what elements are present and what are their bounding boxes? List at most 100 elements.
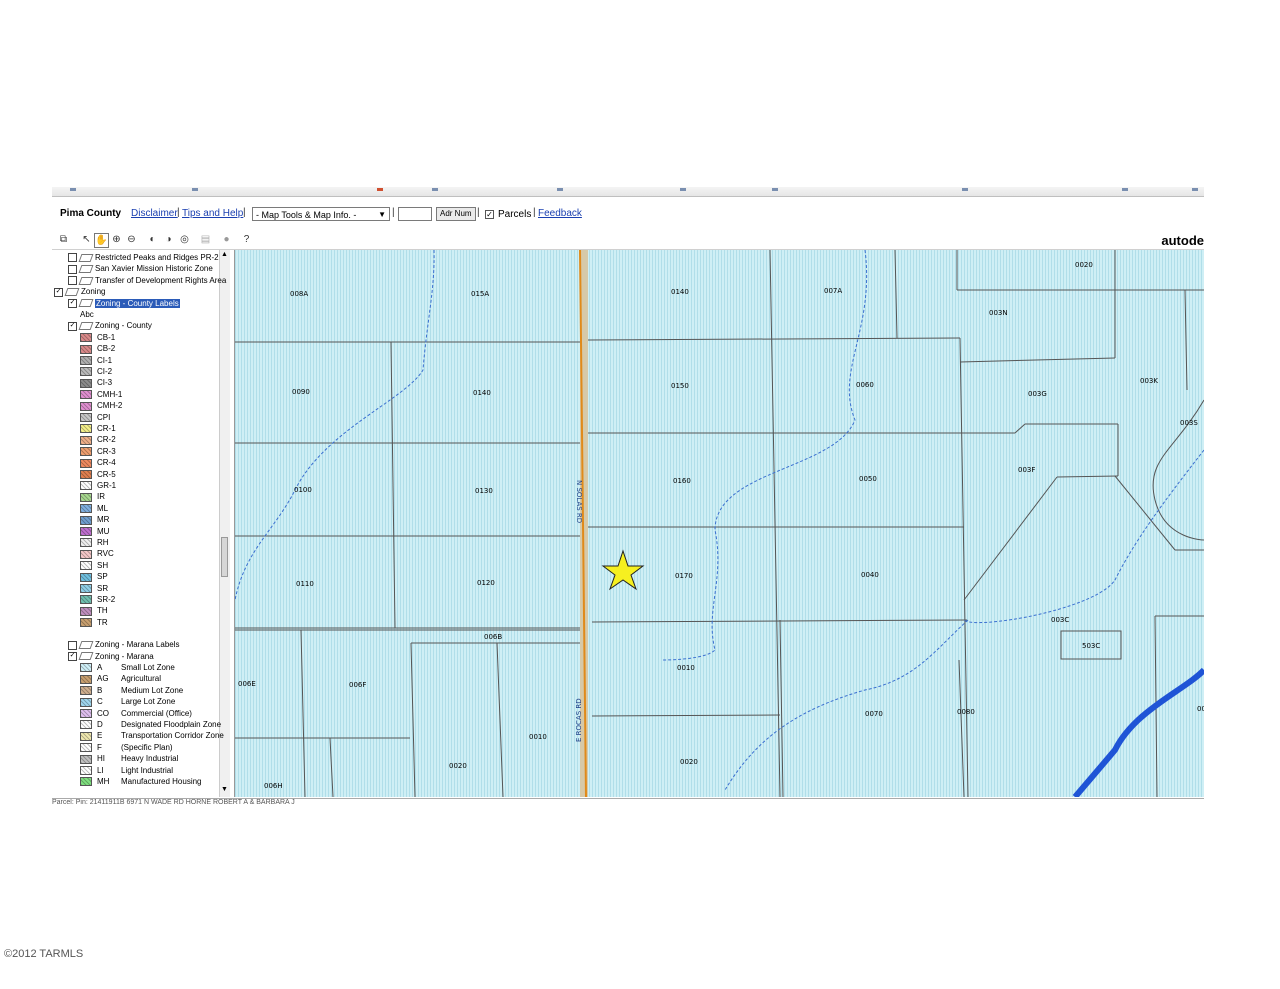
parcel-number-label: 003G [1028, 390, 1047, 398]
scroll-thumb[interactable] [221, 537, 228, 577]
chevron-down-icon: ▼ [378, 210, 386, 219]
legend-zone-item: SR-2 [80, 594, 115, 605]
legend-zone-item: CI-2 [80, 366, 112, 377]
zone-swatch [80, 355, 92, 365]
parcel-number-label: 0020 [680, 758, 698, 766]
zone-swatch [80, 435, 92, 445]
legend-marana-item: A Small Lot Zone [80, 662, 175, 673]
layer-checkbox[interactable] [68, 276, 77, 286]
legend-zone-item: CR-5 [80, 469, 116, 480]
zoom-in-icon[interactable]: ⊕ [110, 233, 123, 246]
circle-icon[interactable]: ● [220, 233, 233, 246]
parcel-number-label: 006F [349, 681, 367, 689]
copyright-text: ©2012 TARMLS [4, 948, 84, 960]
zone-swatch [80, 333, 92, 343]
layer-checkbox[interactable]: ✓ [68, 651, 77, 661]
layer-checkbox[interactable] [68, 640, 77, 650]
adr-num-button[interactable]: Adr Num [436, 207, 476, 221]
zone-swatch [80, 401, 92, 411]
road-label: E ROCAS RD [575, 698, 583, 742]
parcel-number-label: 003K [1140, 377, 1158, 385]
scroll-down-icon[interactable]: ▼ [221, 786, 228, 793]
layer-icon [78, 641, 94, 650]
zone-swatch [80, 595, 92, 605]
legend-layer-county-labels[interactable]: ✓ Zoning - County Labels [68, 298, 180, 309]
parcel-number-label: 0090 [292, 388, 310, 396]
zone-swatch [80, 504, 92, 514]
address-number-input[interactable] [398, 207, 432, 221]
separator: | [392, 207, 395, 218]
map-tools-toolbar: ⧉ ↖ ✋ ⊕ ⊖ ◐ ◑ ◎ ▤ ● ? autode [52, 231, 1204, 250]
zone-swatch [80, 344, 92, 354]
parcel-number-label: 0040 [861, 571, 879, 579]
help-icon[interactable]: ? [240, 233, 253, 246]
legend-group-zoning[interactable]: ✓ Zoning [54, 286, 105, 297]
zone-swatch [80, 674, 92, 684]
parcel-number-label: 0100 [294, 486, 312, 494]
zone-swatch [80, 367, 92, 377]
zone-swatch [80, 549, 92, 559]
legend-layer-zoning-county[interactable]: ✓ Zoning - County [68, 320, 152, 331]
legend-zone-item: TR [80, 617, 108, 628]
legend-layer-item[interactable]: Transfer of Development Rights Area [68, 275, 226, 286]
disclaimer-link[interactable]: Disclaimer [131, 208, 178, 219]
legend-zone-item: CB-2 [80, 343, 115, 354]
map-canvas[interactable]: 008A 015A 0140 007A 0020 003N 0090 0140 0150 0060… [235, 250, 1204, 797]
parcel-number-label: 003C [1051, 616, 1070, 624]
zone-swatch [80, 424, 92, 434]
legend-layer-zoning-marana[interactable]: ✓ Zoning - Marana [68, 651, 154, 662]
print-icon[interactable]: ▤ [199, 233, 212, 246]
separator: | [533, 207, 536, 218]
select-arrow-icon[interactable]: ↖ [80, 233, 93, 246]
zoom-previous-icon[interactable]: ◐ [146, 233, 159, 246]
feedback-link[interactable]: Feedback [538, 208, 582, 219]
folder-icon [64, 288, 80, 297]
legend-zone-item: SH [80, 560, 108, 571]
zone-swatch [80, 458, 92, 468]
legend-zone-item: CPI [80, 412, 110, 423]
tips-help-link[interactable]: Tips and Help [182, 208, 243, 219]
parcel-number-label: 0110 [296, 580, 314, 588]
legend-layer-marana-labels[interactable]: Zoning - Marana Labels [68, 639, 180, 650]
legend-scrollbar[interactable]: ▲ ▼ [219, 250, 230, 797]
zone-swatch [80, 720, 92, 730]
zone-swatch [80, 708, 92, 718]
zoom-out-icon[interactable]: ⊖ [125, 233, 138, 246]
zone-swatch [80, 606, 92, 616]
parcels-label: Parcels [498, 209, 532, 220]
zoom-extents-icon[interactable]: ◎ [178, 233, 191, 246]
layers-icon[interactable]: ⧉ [57, 233, 70, 246]
separator: | [177, 207, 180, 218]
zone-swatch [80, 754, 92, 764]
parcel-number-label: 006B [484, 633, 503, 641]
layer-checkbox[interactable]: ✓ [68, 321, 77, 331]
map-tools-select[interactable]: - Map Tools & Map Info. - ▼ [252, 207, 390, 221]
scroll-up-icon[interactable]: ▲ [221, 251, 228, 258]
legend-zone-item: CR-4 [80, 457, 116, 468]
layer-checkbox[interactable]: ✓ [68, 298, 77, 308]
layer-checkbox[interactable] [68, 253, 77, 263]
legend-marana-item: AG Agricultural [80, 673, 161, 684]
parcel-number-label: 003F [1018, 466, 1036, 474]
zoom-next-icon[interactable]: ◑ [162, 233, 175, 246]
parcel-number-label: 0020 [449, 762, 467, 770]
layer-checkbox[interactable] [68, 264, 77, 274]
layer-icon [78, 652, 94, 661]
legend-layer-item[interactable]: San Xavier Mission Historic Zone [68, 263, 213, 274]
zone-swatch [80, 538, 92, 548]
parcel-number-label: 006E [238, 680, 256, 688]
parcel-number-label: 0120 [477, 579, 495, 587]
legend-layer-item[interactable]: Restricted Peaks and Ridges PR-2 [68, 252, 219, 263]
layer-checkbox[interactable]: ✓ [54, 287, 63, 297]
zone-swatch [80, 481, 92, 491]
parcels-checkbox[interactable]: ✓ [485, 210, 494, 219]
zone-swatch [80, 390, 92, 400]
legend-zone-item: CMH-2 [80, 400, 122, 411]
legend-zone-item: CI-1 [80, 355, 112, 366]
parcel-number-label: 0010 [1197, 705, 1204, 713]
parcel-number-label: 015A [471, 290, 490, 298]
parcel-number-label: 0050 [859, 475, 877, 483]
pan-hand-icon[interactable]: ✋ [94, 233, 109, 248]
parcel-number-label: 0140 [671, 288, 689, 296]
legend-marana-item: MH Manufactured Housing [80, 776, 202, 787]
